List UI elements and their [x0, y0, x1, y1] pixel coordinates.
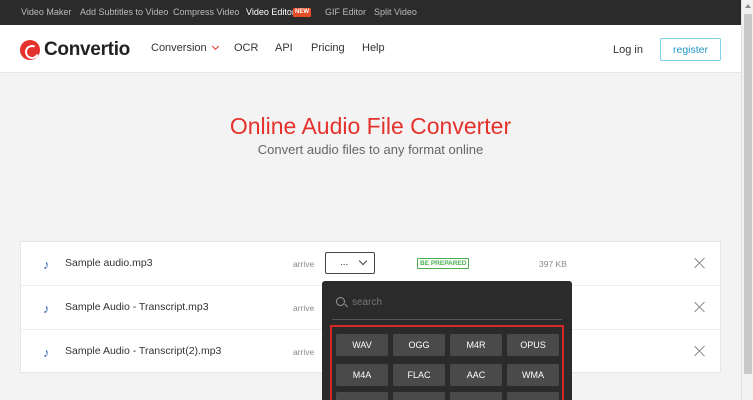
music-note-icon: ♪: [43, 345, 50, 360]
chevron-down-icon: [358, 256, 368, 266]
format-option-flac[interactable]: FLAC: [393, 364, 445, 386]
file-name: Sample audio.mp3: [65, 257, 153, 269]
tool-video-editor[interactable]: Video Editor: [246, 7, 295, 17]
format-option-more[interactable]: [393, 392, 445, 400]
format-option-wma[interactable]: WMA: [507, 364, 559, 386]
nav-help[interactable]: Help: [362, 42, 385, 54]
format-option-more[interactable]: [507, 392, 559, 400]
format-option-wav[interactable]: WAV: [336, 334, 388, 356]
page-title: Online Audio File Converter: [229, 113, 512, 139]
chevron-down-icon: [211, 42, 219, 51]
format-search-input[interactable]: [352, 293, 552, 311]
music-note-icon: ♪: [43, 257, 50, 272]
scroll-up-arrow-icon[interactable]: [745, 4, 751, 8]
format-dropdown: WAV OGG M4R OPUS M4A FLAC AAC WMA: [322, 281, 572, 400]
page-scrollbar[interactable]: [741, 0, 753, 400]
tool-split-video[interactable]: Split Video: [374, 7, 417, 17]
top-tools-bar: Video Maker Add Subtitles to Video Compr…: [0, 0, 741, 25]
format-option-aac[interactable]: AAC: [450, 364, 502, 386]
convertio-logo-icon: [20, 40, 40, 60]
close-icon[interactable]: [693, 256, 707, 270]
new-badge: NEW: [293, 8, 311, 17]
file-size: 397 KB: [539, 259, 567, 269]
format-select[interactable]: ...: [325, 252, 375, 274]
format-option-m4r[interactable]: M4R: [450, 334, 502, 356]
divider: [332, 319, 562, 320]
nav-conversion[interactable]: Conversion: [151, 42, 219, 54]
arrive-label: arrive: [293, 303, 315, 313]
nav-ocr[interactable]: OCR: [234, 42, 258, 54]
tool-video-maker[interactable]: Video Maker: [21, 7, 71, 17]
logo[interactable]: Convertio: [20, 39, 130, 61]
register-button[interactable]: register: [660, 38, 721, 61]
format-select-value: ...: [340, 257, 349, 268]
nav-pricing[interactable]: Pricing: [311, 42, 345, 54]
nav-api[interactable]: API: [275, 42, 293, 54]
tool-compress-video[interactable]: Compress Video: [173, 7, 239, 17]
format-option-opus[interactable]: OPUS: [507, 334, 559, 356]
arrive-label: arrive: [293, 259, 315, 269]
search-icon: [336, 297, 345, 306]
format-option-m4a[interactable]: M4A: [336, 364, 388, 386]
close-icon[interactable]: [693, 344, 707, 358]
format-option-more[interactable]: [336, 392, 388, 400]
close-icon[interactable]: [693, 300, 707, 314]
file-name: Sample Audio - Transcript(2).mp3: [65, 345, 222, 357]
file-row: ♪ Sample audio.mp3 arrive ... BE PREPARE…: [21, 242, 720, 286]
format-option-more[interactable]: [450, 392, 502, 400]
login-link[interactable]: Log in: [613, 44, 643, 56]
page-subtitle: Convert audio files to any format online: [257, 142, 484, 157]
music-note-icon: ♪: [43, 301, 50, 316]
tool-add-subtitles[interactable]: Add Subtitles to Video: [80, 7, 168, 17]
status-badge: BE PREPARED: [417, 258, 470, 269]
main-nav: Convertio Conversion OCR API Pricing Hel…: [0, 25, 741, 73]
arrive-label: arrive: [293, 347, 315, 357]
file-name: Sample Audio - Transcript.mp3: [65, 301, 209, 313]
format-option-ogg[interactable]: OGG: [393, 334, 445, 356]
scroll-thumb[interactable]: [744, 14, 752, 374]
tool-gif-editor[interactable]: GIF Editor: [325, 7, 366, 17]
nav-conversion-label: Conversion: [151, 42, 207, 54]
logo-text: Convertio: [44, 39, 130, 60]
